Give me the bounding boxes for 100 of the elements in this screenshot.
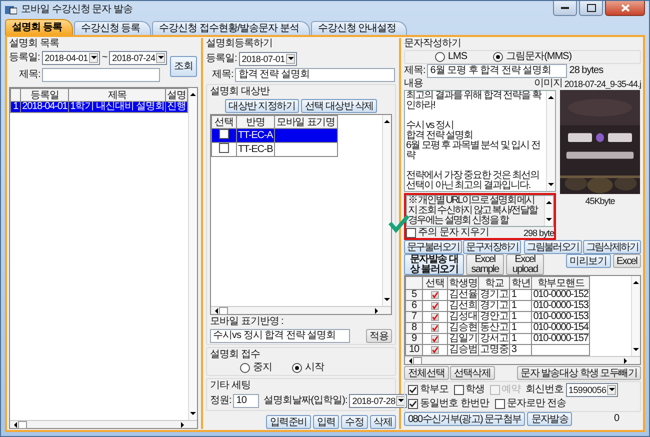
select-all-button[interactable]: 전체선택 (404, 366, 449, 380)
table-cell[interactable]: 1학기 내신대비 설명회 (68, 102, 166, 112)
table-cell[interactable]: 김일기 (448, 334, 479, 344)
send-button[interactable]: 문자발송 (527, 412, 572, 426)
tab[interactable]: 수강신청 안내설정 (310, 21, 408, 35)
table-cell[interactable]: 김선율 (448, 290, 479, 300)
column-header: 등록일 (20, 88, 69, 102)
date-picker[interactable]: 2018-07-28 (349, 394, 408, 408)
radio-button[interactable] (493, 52, 504, 62)
table-cell[interactable]: TT-EC-A (236, 128, 274, 142)
table-cell[interactable]: 경기고 (478, 290, 510, 300)
excel-button[interactable]: Excel sample (466, 254, 504, 275)
table-cell[interactable]: 010-0000-154 (532, 322, 590, 334)
checkbox[interactable] (431, 324, 439, 332)
scrollbar[interactable] (211, 306, 391, 314)
class-button[interactable]: 대상반 지정하기 (224, 99, 300, 113)
date-picker[interactable]: 2018-07-24 (109, 51, 168, 65)
row-number: 9 (406, 334, 422, 344)
action-button[interactable]: 입력준비 (266, 415, 311, 429)
action-button[interactable]: 수정 (341, 415, 368, 429)
scrollbar[interactable] (188, 88, 197, 420)
checkbox[interactable] (454, 385, 464, 395)
search-button[interactable]: 조회 (170, 56, 197, 77)
table-cell[interactable]: 010-0000-152 (532, 290, 590, 300)
table-cell[interactable]: 1 (510, 312, 532, 322)
table-cell[interactable]: 김성대 (448, 312, 479, 322)
scrollbar[interactable] (631, 276, 640, 356)
action-button[interactable]: 삭제 (370, 415, 396, 429)
column-header: 학부모핸드 (532, 276, 590, 290)
table-cell[interactable]: 010-0000-153 (532, 300, 590, 312)
class-button[interactable]: 선택 대상반 삭제 (301, 99, 378, 113)
tab[interactable]: 수강신청 접수현황/발송문자 분석 (152, 21, 310, 35)
image-button[interactable]: 그림불러오기 (524, 240, 582, 254)
column-header: 모바일 표기명 (274, 116, 338, 128)
checkbox[interactable] (494, 399, 505, 409)
checkbox[interactable] (408, 385, 418, 395)
scrollbar[interactable] (544, 196, 553, 226)
tab[interactable]: 설명회 등록 (5, 19, 73, 35)
image-button[interactable]: 그림삭제하기 (582, 240, 641, 254)
table-cell[interactable]: 1 (510, 322, 532, 334)
subject-field[interactable]: 6월 모평 후 합격 전략 설명회 (427, 64, 568, 78)
remove-all-button[interactable]: 문자 발송대상 학생 모두빼기 (516, 366, 641, 380)
checkbox-label: 주의 문자 지우기 (418, 226, 490, 238)
checkbox[interactable] (431, 334, 439, 343)
optout-button[interactable]: 080수신거부(광고) 문구첨부 (404, 412, 526, 426)
checkbox[interactable] (219, 129, 229, 139)
table-cell[interactable]: 1 (510, 300, 532, 312)
table-cell[interactable]: 010-0000-153 (532, 312, 590, 322)
load-recipients-button[interactable]: 문자발송 대상 불러오기 (404, 254, 464, 275)
title-field[interactable] (42, 68, 160, 82)
maximize-button[interactable] (579, 1, 603, 16)
scrollbar[interactable] (405, 356, 640, 364)
radio-button[interactable] (292, 363, 302, 373)
radio-label: 중지 (253, 362, 272, 374)
excel-button[interactable]: Excel upload (506, 254, 544, 275)
table-cell[interactable]: 동산고 (478, 322, 510, 334)
table-cell[interactable]: 경안고 (478, 312, 510, 322)
table-cell[interactable]: 1 (510, 334, 532, 344)
table-cell[interactable]: 김선희 (448, 300, 479, 312)
field-label: 제목: (404, 65, 426, 77)
text-button[interactable]: 문구저장하기 (463, 240, 522, 254)
radio-button[interactable] (435, 52, 445, 62)
preview-button[interactable]: 미리보기 (566, 254, 611, 268)
scrollbar[interactable] (10, 420, 197, 428)
checkbox[interactable] (431, 346, 439, 354)
text-button[interactable]: 문구불러오기 (404, 240, 462, 254)
table-cell[interactable]: 010-0000-157 (532, 334, 590, 344)
delete-selected-button[interactable]: 선택삭제 (450, 366, 495, 380)
scrollbar[interactable] (382, 115, 391, 306)
radio-label: LMS (448, 51, 468, 63)
minimize-icon (561, 6, 569, 10)
table-cell[interactable]: 강서고 (478, 334, 510, 344)
minimize-button[interactable] (553, 1, 577, 16)
reply-number-dropdown[interactable]: 15990056 (566, 383, 618, 397)
checkbox[interactable] (431, 302, 439, 310)
scrollbar[interactable] (546, 91, 555, 191)
radio-button[interactable] (240, 363, 250, 373)
field-label: 제목: (19, 69, 40, 81)
apply-button[interactable]: 적용 (366, 329, 392, 343)
tab[interactable]: 수강신청 등록 (74, 21, 152, 35)
checkbox[interactable] (406, 228, 416, 238)
table-cell[interactable]: TT-EC-B (236, 142, 274, 156)
table-cell[interactable]: 김승현 (448, 322, 479, 334)
excel-button[interactable]: Excel (612, 254, 641, 268)
close-button[interactable] (605, 1, 645, 16)
checkbox[interactable] (408, 399, 418, 409)
mobile-name-field[interactable]: 수시vs 정시 합격 전략 설명회 (210, 329, 350, 343)
section-title: 설명회 목록 (9, 38, 60, 50)
date-picker[interactable]: 2018-07-01 (238, 52, 297, 66)
checkbox[interactable] (431, 312, 439, 321)
title-field[interactable]: 합격 전략 설명회 (235, 68, 396, 82)
checkbox[interactable] (219, 143, 229, 153)
date-picker[interactable]: 2018-04-01 (42, 51, 100, 65)
capacity-field[interactable]: 10 (233, 394, 260, 408)
action-button[interactable]: 입력 (312, 415, 340, 429)
table-cell[interactable]: 경기고 (478, 300, 510, 312)
window-title: 모바일 수강신청 문자 발송 (21, 4, 132, 16)
table-cell[interactable]: 1 (510, 290, 532, 300)
checkbox-label: 동일번호 한번만 (420, 398, 489, 410)
checkbox[interactable] (431, 290, 439, 299)
